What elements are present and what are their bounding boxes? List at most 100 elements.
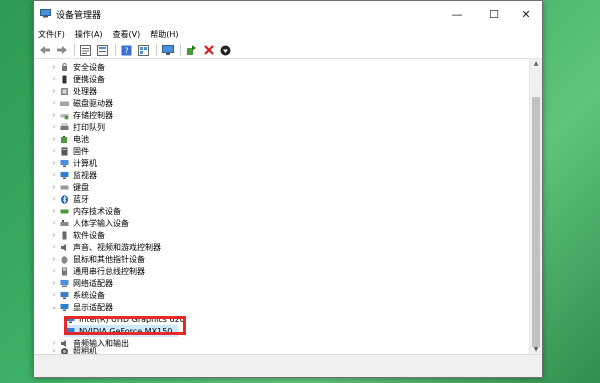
tree-item[interactable]: › 蓝牙: [50, 193, 89, 205]
tree-item[interactable]: › 软件设备: [50, 229, 105, 241]
toolbar-separator: [115, 44, 116, 56]
network-icon: [60, 279, 69, 287]
expand-chevron-icon[interactable]: ›: [50, 135, 58, 143]
back-icon: [39, 46, 50, 54]
update-driver-button[interactable]: [184, 43, 199, 57]
list-button[interactable]: [95, 43, 110, 57]
view-icon: [138, 44, 149, 56]
properties-icon: [80, 44, 91, 56]
uninstall-button[interactable]: [201, 43, 216, 57]
battery-icon: [61, 135, 67, 143]
scrollbar-thumb[interactable]: [532, 97, 540, 347]
sound-icon: [61, 243, 66, 251]
maximize-button[interactable]: ☐: [477, 1, 511, 27]
tree-item[interactable]: › 存储控制器: [50, 109, 113, 121]
expand-chevron-icon[interactable]: ›: [50, 231, 58, 239]
update-driver-icon: [187, 44, 196, 55]
tree-item[interactable]: › 处理器: [50, 85, 97, 97]
scroll-up-icon[interactable]: ▲: [530, 59, 542, 69]
menu-file[interactable]: 文件(F): [38, 29, 65, 40]
monitor-icon: [60, 171, 69, 179]
expand-chevron-icon[interactable]: ›: [50, 111, 58, 119]
close-button[interactable]: ✕: [509, 1, 543, 27]
expand-chevron-icon[interactable]: ›: [50, 75, 58, 83]
minimize-button[interactable]: —: [440, 1, 474, 27]
properties-button[interactable]: [78, 43, 93, 57]
toolbar-separator: [180, 44, 181, 56]
uninstall-icon: [203, 45, 214, 55]
toolbar-separator: [74, 44, 75, 56]
expand-chevron-icon[interactable]: ›: [50, 207, 58, 215]
expand-chevron-icon[interactable]: ›: [50, 123, 58, 131]
expand-chevron-icon[interactable]: ›: [50, 279, 58, 287]
system-device-icon: [60, 291, 69, 299]
tree-item[interactable]: › 便携设备: [50, 73, 105, 85]
maximize-icon: ☐: [489, 7, 499, 21]
help-icon: ?: [121, 45, 132, 55]
back-button[interactable]: [37, 43, 52, 57]
tree-item-expanded[interactable]: ⌄ 显示适配器: [50, 301, 113, 313]
menu-action[interactable]: 操作(A): [75, 29, 103, 40]
processor-icon: [61, 87, 68, 95]
monitor-icon: [161, 44, 174, 55]
tree-item[interactable]: › 网络适配器: [50, 277, 113, 289]
tree-item[interactable]: › 固件: [50, 145, 89, 157]
enable-device-button[interactable]: [218, 43, 233, 57]
computer-icon: [60, 159, 69, 167]
bluetooth-icon: [61, 194, 68, 204]
toolbar-separator: [156, 44, 157, 56]
tree-item[interactable]: › 监视器: [50, 169, 97, 181]
forward-icon: [56, 46, 67, 54]
tree-item[interactable]: › 鼠标和其他指针设备: [50, 253, 145, 265]
collapse-chevron-icon[interactable]: ⌄: [50, 303, 58, 311]
tree-item[interactable]: › 声音、视频和游戏控制器: [50, 241, 161, 253]
list-icon: [97, 44, 108, 56]
help-button[interactable]: ?: [119, 43, 134, 57]
expand-chevron-icon[interactable]: ›: [50, 171, 58, 179]
forward-button[interactable]: [54, 43, 69, 57]
expand-chevron-icon[interactable]: ›: [50, 147, 58, 155]
hid-icon: [60, 219, 69, 226]
menu-help[interactable]: 帮助(H): [150, 29, 178, 40]
tree-item[interactable]: › 通用串行总线控制器: [50, 265, 145, 277]
tree-item[interactable]: › 电池: [50, 133, 89, 145]
disk-drive-icon: [60, 101, 69, 106]
expand-chevron-icon[interactable]: ›: [50, 63, 58, 71]
toolbar: ?: [34, 42, 542, 59]
device-manager-app-icon: [40, 9, 51, 18]
tree-item[interactable]: › 磁盘驱动器: [50, 97, 113, 109]
tree-item[interactable]: › 键盘: [50, 181, 89, 193]
firmware-icon: [61, 147, 68, 155]
keyboard-icon: [60, 185, 69, 189]
expand-chevron-icon[interactable]: ›: [50, 291, 58, 299]
expand-chevron-icon[interactable]: ›: [50, 87, 58, 95]
tree-item[interactable]: › 打印队列: [50, 121, 105, 133]
highlight-annotation-box: [64, 316, 186, 335]
tree-item[interactable]: › 内存技术设备: [50, 205, 121, 217]
expand-chevron-icon[interactable]: ›: [50, 255, 58, 263]
expand-chevron-icon[interactable]: ›: [50, 159, 58, 167]
expand-chevron-icon[interactable]: ›: [50, 99, 58, 107]
mouse-icon: [61, 255, 68, 264]
title-bar[interactable]: 设备管理器 — ☐ ✕: [34, 1, 542, 27]
tree-item[interactable]: › 系统设备: [50, 289, 105, 301]
menu-bar: 文件(F) 操作(A) 查看(V) 帮助(H): [34, 27, 542, 42]
expand-chevron-icon[interactable]: ›: [50, 219, 58, 227]
menu-view[interactable]: 查看(V): [113, 29, 141, 40]
software-device-icon: [62, 231, 67, 239]
expand-chevron-icon[interactable]: ›: [50, 183, 58, 191]
vertical-scrollbar[interactable]: ▲ ▼: [529, 59, 542, 355]
display-adapter-icon: [60, 303, 69, 311]
expand-chevron-icon[interactable]: ›: [50, 195, 58, 203]
storage-controller-icon: [60, 113, 69, 119]
expand-chevron-icon[interactable]: ›: [50, 267, 58, 275]
tree-item[interactable]: › 安全设备: [50, 61, 105, 73]
view-button[interactable]: [136, 43, 151, 57]
portable-device-icon: [62, 75, 67, 83]
tree-item[interactable]: › 人体学输入设备: [50, 217, 129, 229]
window-title: 设备管理器: [56, 11, 102, 21]
tree-item[interactable]: › 计算机: [50, 157, 97, 169]
expand-chevron-icon[interactable]: ›: [50, 243, 58, 251]
scan-hardware-button[interactable]: [160, 43, 175, 57]
memory-icon: [60, 209, 69, 213]
